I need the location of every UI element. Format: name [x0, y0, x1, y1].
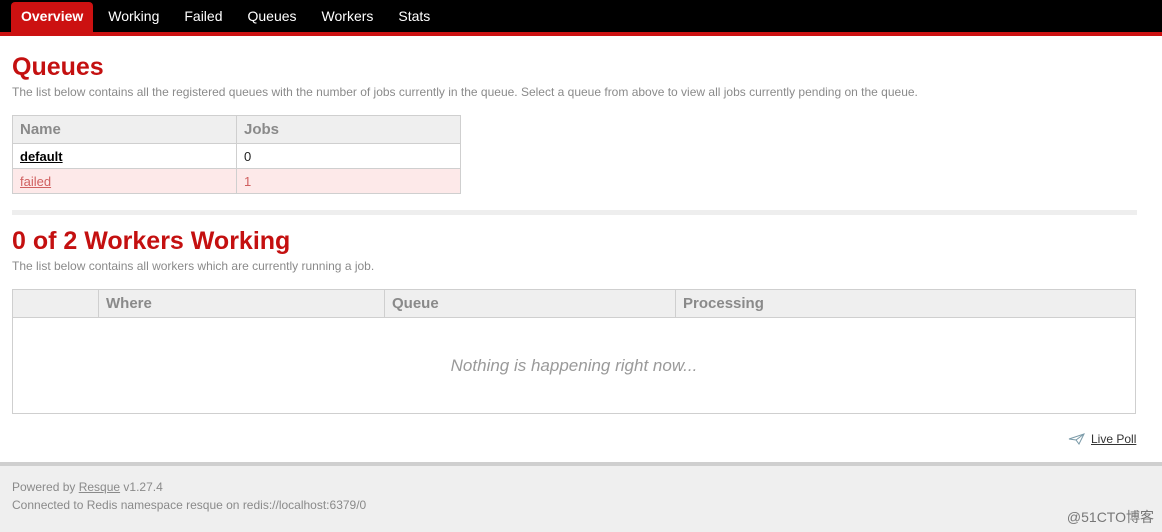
section-divider	[12, 210, 1137, 215]
queue-name-cell: failed	[12, 168, 237, 194]
workers-title: 0 of 2 Workers Working	[12, 227, 291, 255]
queue-name-cell: default	[12, 143, 237, 169]
resque-link[interactable]: Resque	[79, 480, 120, 494]
queue-jobs-cell: 1	[236, 168, 461, 194]
column-header-name: Name	[12, 115, 237, 144]
tab-failed[interactable]: Failed	[174, 2, 232, 32]
tab-stats[interactable]: Stats	[388, 2, 440, 32]
queues-description: The list below contains all the register…	[12, 85, 918, 99]
empty-workers-message: Nothing is happening right now...	[450, 355, 698, 375]
powered-by-line: Powered by Resque v1.27.4	[12, 480, 163, 494]
tab-workers[interactable]: Workers	[312, 2, 384, 32]
queue-jobs-cell: 0	[236, 143, 461, 169]
powered-by-text: Powered by	[12, 480, 79, 494]
column-header-where: Where	[98, 289, 385, 318]
live-poll-link[interactable]: Live Poll	[1091, 432, 1136, 446]
paper-plane-icon	[1068, 433, 1085, 445]
connection-info: Connected to Redis namespace resque on r…	[12, 498, 367, 512]
top-navigation: Overview Working Failed Queues Workers S…	[0, 0, 1162, 36]
watermark: @51CTO博客	[1066, 509, 1154, 525]
table-header-row: Name Jobs	[12, 115, 461, 144]
queue-link-default[interactable]: default	[20, 149, 63, 164]
tab-working[interactable]: Working	[98, 2, 169, 32]
table-row: default 0	[12, 143, 461, 169]
queue-link-failed[interactable]: failed	[20, 174, 51, 189]
queues-title: Queues	[12, 53, 104, 81]
column-header-jobs: Jobs	[236, 115, 461, 144]
live-poll: Live Poll	[1068, 432, 1136, 446]
tab-overview[interactable]: Overview	[11, 2, 94, 32]
workers-table: Where Queue Processing Nothing is happen…	[12, 289, 1136, 414]
column-header-queue: Queue	[384, 289, 676, 318]
queues-table: Name Jobs default 0 failed 1	[12, 115, 461, 194]
table-header-row: Where Queue Processing	[12, 289, 1136, 318]
workers-description: The list below contains all workers whic…	[12, 259, 375, 273]
version-text: v1.27.4	[120, 480, 163, 494]
tab-queues[interactable]: Queues	[238, 2, 307, 32]
column-header-processing: Processing	[675, 289, 1136, 318]
column-header-status	[12, 289, 99, 318]
footer: Powered by Resque v1.27.4 Connected to R…	[0, 462, 1162, 532]
table-row: failed 1	[12, 168, 461, 194]
nav-tabs: Overview Working Failed Queues Workers S…	[11, 2, 445, 32]
table-row: Nothing is happening right now...	[13, 318, 1136, 414]
